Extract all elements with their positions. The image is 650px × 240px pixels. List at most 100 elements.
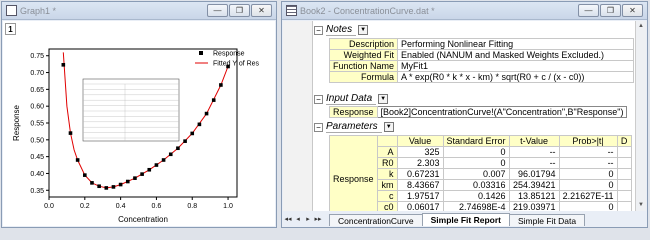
param-tvalue[interactable]: --: [508, 146, 560, 158]
param-value[interactable]: 325: [396, 146, 444, 158]
parameters-section-label: Parameters: [326, 121, 382, 133]
minimize-button[interactable]: —: [578, 4, 599, 17]
section-menu-button[interactable]: ▼: [358, 25, 369, 35]
notes-label: Description: [328, 38, 399, 50]
section-menu-button[interactable]: ▼: [383, 122, 394, 132]
param-name: k: [376, 168, 398, 180]
param-d[interactable]: [616, 157, 632, 169]
restore-button[interactable]: ❐: [229, 4, 250, 17]
param-value[interactable]: 0.67231: [396, 168, 444, 180]
param-prob[interactable]: 0: [558, 168, 618, 180]
param-prob[interactable]: 2.21627E-11: [558, 190, 618, 202]
notes-section-header[interactable]: − Notes ▼: [314, 23, 369, 37]
param-prob[interactable]: 0: [558, 179, 618, 191]
first-sheet-icon[interactable]: ◂◂: [283, 214, 293, 226]
param-stderr[interactable]: 0.03316: [442, 179, 510, 191]
graph-window[interactable]: Graph1 * — ❐ ✕ 1 0.0 0.2 0.4 0.6 0.8 1.0 0.35 0…: [1, 1, 277, 228]
x-axis-label: Concentration: [118, 215, 168, 224]
parameters-table: Value Standard Error t-Value Prob>|t| D …: [329, 135, 632, 211]
param-name: c: [376, 190, 398, 202]
param-prob[interactable]: 0: [558, 201, 618, 211]
parameters-section-header[interactable]: − Parameters ▼: [314, 120, 394, 134]
report-sheet[interactable]: − Notes ▼ Description Performing Nonline…: [283, 21, 646, 211]
param-d[interactable]: [616, 146, 632, 158]
close-button[interactable]: ✕: [251, 4, 272, 17]
param-stderr[interactable]: 0: [442, 157, 510, 169]
notes-value[interactable]: Performing Nonlinear Fitting: [397, 38, 635, 50]
vertical-scrollbar[interactable]: ▲ ▼: [635, 21, 646, 211]
tab-simple-fit-report[interactable]: Simple Fit Report: [421, 213, 510, 226]
scroll-up-icon[interactable]: ▲: [636, 21, 646, 32]
column-header[interactable]: D: [616, 135, 632, 147]
column-header[interactable]: Prob>|t|: [558, 135, 618, 147]
chart[interactable]: 0.0 0.2 0.4 0.6 0.8 1.0 0.35 0.40 0.45 0.50 0.55 0.…: [3, 21, 277, 227]
tab-concentrationcurve[interactable]: ConcentrationCurve: [329, 214, 423, 226]
collapse-toggle[interactable]: −: [314, 122, 323, 132]
param-tvalue[interactable]: 96.01794: [508, 168, 560, 180]
graph-window-title: Graph1 *: [20, 5, 57, 16]
y-axis-label: Response: [12, 104, 21, 141]
x-tick-label: 0.2: [80, 203, 90, 210]
notes-value[interactable]: Enabled (NANUM and Masked Weights Exclud…: [397, 49, 635, 61]
y-tick-label: 0.45: [30, 154, 44, 161]
column-header[interactable]: Standard Error: [442, 135, 510, 147]
param-tvalue[interactable]: 13.85121: [508, 190, 560, 202]
book-titlebar[interactable]: Book2 - ConcentrationCurve.dat * — ❐ ✕: [282, 2, 647, 20]
input-data-label: Response: [329, 106, 378, 118]
graph-titlebar[interactable]: Graph1 * — ❐ ✕: [2, 2, 276, 20]
data-point: [183, 139, 187, 143]
graph-canvas-area[interactable]: 1 0.0 0.2 0.4 0.6 0.8 1.0 0.35 0.40 0.45 0.50 0.55…: [3, 21, 275, 226]
y-tick-label: 0.65: [30, 87, 44, 94]
tab-simple-fit-data[interactable]: Simple Fit Data: [508, 214, 586, 226]
param-stderr[interactable]: 2.74698E-4: [442, 201, 510, 211]
data-point: [104, 186, 109, 190]
param-stderr[interactable]: 0: [442, 146, 510, 158]
param-d[interactable]: [616, 201, 632, 211]
param-prob[interactable]: --: [558, 157, 618, 169]
param-tvalue[interactable]: 219.03971: [508, 201, 560, 211]
last-sheet-icon[interactable]: ▸▸: [313, 214, 323, 226]
param-d[interactable]: [616, 190, 632, 202]
param-value[interactable]: 8.43667: [396, 179, 444, 191]
data-point: [68, 131, 73, 135]
notes-value[interactable]: A * exp(R0 * k * x - km) * sqrt(R0 + c /…: [397, 71, 635, 83]
workbook-window[interactable]: Book2 - ConcentrationCurve.dat * — ❐ ✕ −…: [281, 1, 648, 228]
param-value[interactable]: 2.303: [396, 157, 444, 169]
param-tvalue[interactable]: --: [508, 157, 560, 169]
param-value[interactable]: 1.97517: [396, 190, 444, 202]
minimize-button[interactable]: —: [207, 4, 228, 17]
section-menu-button[interactable]: ▼: [378, 94, 389, 104]
next-sheet-icon[interactable]: ▸: [303, 214, 313, 226]
input-data-value[interactable]: [Book2]ConcentrationCurve!(A"Concentrati…: [376, 106, 628, 118]
param-tvalue[interactable]: 254.39421: [508, 179, 560, 191]
column-header[interactable]: t-Value: [508, 135, 560, 147]
param-stderr[interactable]: 0.007: [442, 168, 510, 180]
graph-window-icon: [6, 5, 17, 16]
data-point: [118, 182, 123, 187]
column-header[interactable]: Value: [396, 135, 444, 147]
x-tick-label: 0.8: [187, 203, 197, 210]
param-d[interactable]: [616, 179, 632, 191]
param-stderr[interactable]: 0.1426: [442, 190, 510, 202]
y-tick-label: 0.75: [30, 53, 44, 60]
data-point: [75, 158, 80, 162]
restore-button[interactable]: ❐: [600, 4, 621, 17]
scroll-down-icon[interactable]: ▼: [636, 200, 646, 211]
legend-label: Fitted Y of Res: [213, 61, 260, 68]
param-value[interactable]: 0.06017: [396, 201, 444, 211]
prev-sheet-icon[interactable]: ◂: [293, 214, 303, 226]
collapse-toggle[interactable]: −: [314, 94, 323, 104]
collapse-toggle[interactable]: −: [314, 25, 323, 35]
data-point: [133, 176, 137, 180]
param-name: km: [376, 179, 398, 191]
param-d[interactable]: [616, 168, 632, 180]
notes-label: Formula: [328, 71, 399, 83]
data-point: [168, 152, 173, 157]
data-point: [190, 131, 195, 136]
y-tick-label: 0.35: [30, 188, 44, 195]
input-data-section-header[interactable]: − Input Data ▼: [314, 92, 389, 106]
column-header[interactable]: [376, 135, 398, 147]
close-button[interactable]: ✕: [622, 4, 643, 17]
param-prob[interactable]: --: [558, 146, 618, 158]
notes-value[interactable]: MyFit1: [397, 60, 635, 72]
